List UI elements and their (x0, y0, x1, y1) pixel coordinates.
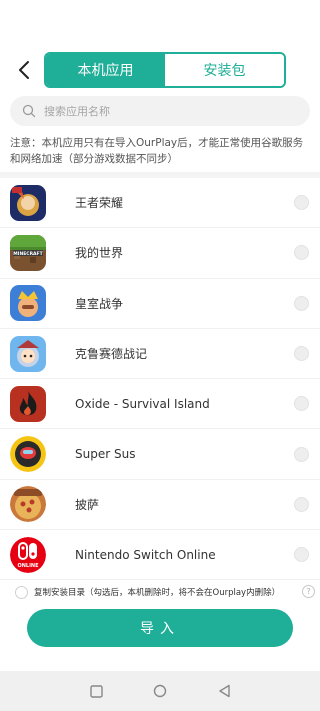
square-icon (89, 684, 103, 698)
oxide-icon (10, 385, 46, 422)
app-name: 披萨 (75, 497, 100, 512)
nintendo-switch-online-icon: ONLINE (10, 536, 46, 573)
circle-icon (153, 684, 167, 698)
svg-text:ONLINE: ONLINE (17, 563, 39, 569)
app-name: 我的世界 (75, 246, 124, 261)
app-row-super-sus[interactable]: Super Sus (0, 429, 320, 480)
tab-switcher: 本机应用 安装包 (44, 52, 286, 88)
select-radio[interactable] (294, 195, 309, 211)
help-icon[interactable]: ? (302, 585, 315, 598)
app-name: 克鲁赛德战记 (75, 347, 148, 362)
pizza-icon (10, 486, 46, 523)
app-name: Super Sus (75, 447, 136, 462)
tab-install-packages[interactable]: 安装包 (165, 54, 284, 86)
app-row-oxide[interactable]: Oxide - Survival Island (0, 379, 320, 430)
select-radio[interactable] (294, 346, 309, 362)
app-row-honor-of-kings[interactable]: 王者荣耀 (0, 178, 320, 229)
copy-install-dir-checkbox[interactable] (15, 585, 28, 599)
triangle-back-icon (218, 684, 230, 698)
back-button[interactable] (12, 56, 36, 84)
import-button[interactable]: 导入 (27, 609, 293, 647)
back-nav-button[interactable] (216, 683, 232, 699)
app-row-crusaders-quest[interactable]: 克鲁赛德战记 (0, 329, 320, 380)
header: 本机应用 安装包 (0, 52, 320, 88)
svg-text:MINECRAFT: MINECRAFT (13, 251, 43, 257)
app-row-nintendo-switch-online[interactable]: ONLINE Nintendo Switch Online (0, 530, 320, 581)
super-sus-icon (10, 436, 46, 473)
app-list: 王者荣耀 MINECRAFT 我的世界 皇室战争 克鲁赛德战记 Oxide - … (0, 178, 320, 581)
search-icon (22, 104, 36, 118)
back-arrow-icon (19, 61, 29, 79)
copy-install-dir-label: 复制安装目录（勾选后，本机删除时，将不会在Ourplay内删除） (34, 588, 281, 598)
crusaders-quest-icon (10, 335, 46, 372)
notice-text: 注意：本机应用只有在导入OurPlay后，才能正常使用谷歌服务和网络加速（部分游… (10, 137, 304, 165)
app-name: Oxide - Survival Island (75, 396, 210, 411)
app-name: 王者荣耀 (75, 196, 124, 211)
select-radio[interactable] (294, 547, 309, 563)
minecraft-icon: MINECRAFT (10, 234, 46, 271)
search-bar[interactable] (10, 96, 310, 126)
select-radio[interactable] (294, 396, 309, 412)
tab-local-apps[interactable]: 本机应用 (46, 54, 165, 86)
search-input[interactable] (44, 104, 274, 118)
recent-apps-button[interactable] (88, 683, 104, 699)
app-row-pizza[interactable]: 披萨 (0, 480, 320, 531)
app-name: Nintendo Switch Online (75, 547, 216, 562)
select-radio[interactable] (294, 446, 309, 462)
copy-install-dir-option[interactable]: 复制安装目录（勾选后，本机删除时，将不会在Ourplay内删除） ? (15, 584, 315, 600)
app-row-clash-royale[interactable]: 皇室战争 (0, 279, 320, 329)
honor-of-kings-icon (10, 184, 46, 221)
app-row-minecraft[interactable]: MINECRAFT 我的世界 (0, 228, 320, 279)
home-button[interactable] (152, 683, 168, 699)
select-radio[interactable] (294, 496, 309, 512)
select-radio[interactable] (294, 295, 309, 311)
app-name: 皇室战争 (75, 296, 124, 311)
select-radio[interactable] (294, 245, 309, 261)
system-nav-bar (0, 671, 320, 711)
clash-royale-icon (10, 285, 46, 322)
